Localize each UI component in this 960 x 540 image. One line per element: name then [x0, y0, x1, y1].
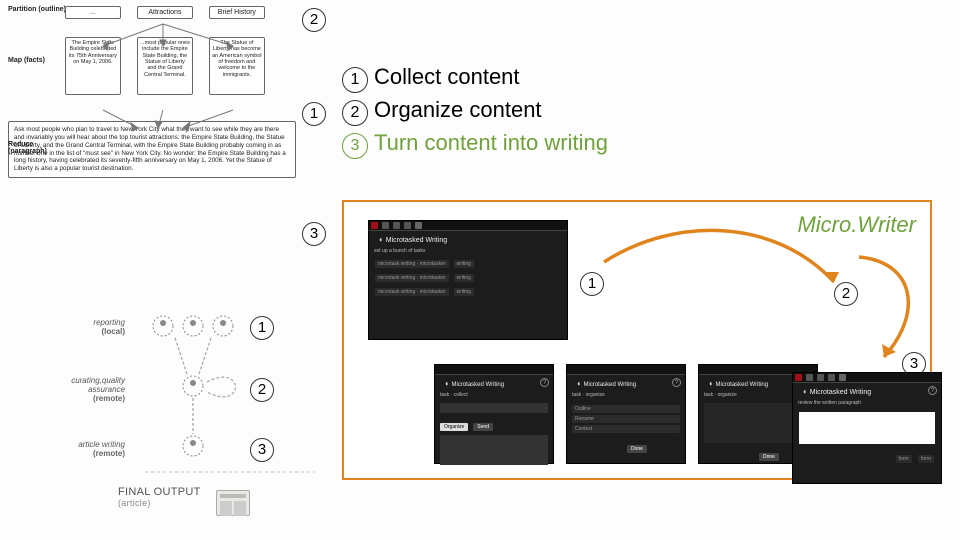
- panel-step-2: 2: [834, 282, 858, 306]
- content-tree-figure: Partition (outline) ... Attractions Brie…: [8, 6, 296, 178]
- tree-node: Brief History: [209, 6, 265, 19]
- screenshot-small-2: ◐ Microtasked Writing? task · organize O…: [566, 364, 686, 464]
- arrow-2-to-3: [844, 242, 944, 372]
- flow-step-1: 1: [250, 316, 274, 340]
- partition-label: Partition (outline): [8, 6, 63, 13]
- tree-fact: The Statue of Liberty has become an Amer…: [209, 37, 265, 95]
- tree-node: ...: [65, 6, 121, 19]
- screenshot-final: ◐ Microtasked Writing? review the writte…: [792, 372, 942, 484]
- screenshot-main: ◐ Microtasked Writing set up a bunch of …: [368, 220, 568, 340]
- step-legend: 1Collect content 2Organize content 3Turn…: [342, 60, 608, 159]
- step-badge-2: 2: [302, 8, 326, 32]
- final-output-label: FINAL OUTPUT (article): [118, 486, 201, 508]
- reduce-label: Reduce (paragraph): [8, 141, 63, 155]
- shot-sub: set up a bunch of tasks: [369, 248, 567, 257]
- flow-step-3: 3: [250, 438, 274, 462]
- legend-text-3: Turn content into writing: [374, 130, 608, 155]
- step-badge-3: 3: [302, 222, 326, 246]
- step-badge-1: 1: [302, 102, 326, 126]
- workflow-graph: [145, 312, 315, 512]
- map-label: Map (facts): [8, 57, 63, 64]
- tree-node: Attractions: [137, 6, 193, 19]
- tree-fact: ...most popular ones include the Empire …: [137, 37, 193, 95]
- tree-fact: The Empire State Building celebrated its…: [65, 37, 121, 95]
- legend-num-3: 3: [342, 133, 368, 159]
- panel-title: Micro.Writer: [797, 212, 916, 238]
- screenshot-small-1: ◐ Microtasked Writing? task · collect Or…: [434, 364, 554, 464]
- shot-title: Microtasked Writing: [386, 237, 447, 244]
- legend-num-1: 1: [342, 67, 368, 93]
- panel-step-1: 1: [580, 272, 604, 296]
- flow-step-2: 2: [250, 378, 274, 402]
- legend-text-1: Collect content: [374, 64, 520, 89]
- legend-num-2: 2: [342, 100, 368, 126]
- newspaper-icon: [216, 490, 250, 516]
- legend-text-2: Organize content: [374, 97, 542, 122]
